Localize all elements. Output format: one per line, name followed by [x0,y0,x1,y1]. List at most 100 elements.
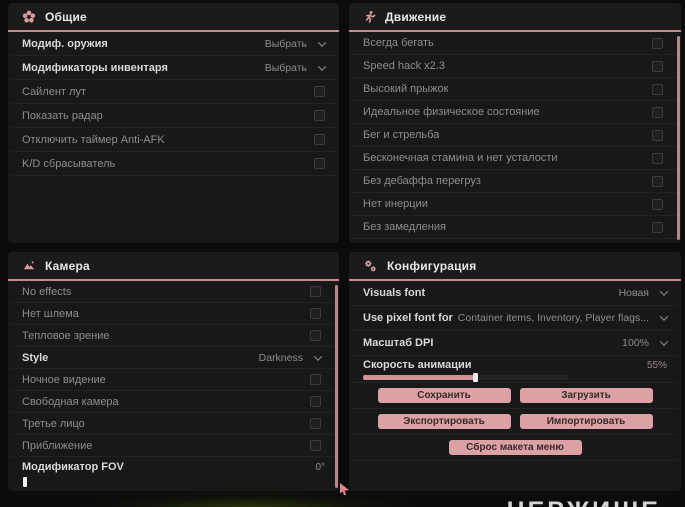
chevron-down-icon [659,337,669,346]
panel-title: Общие [45,9,87,24]
panel-general-header[interactable]: Общие [8,3,339,32]
option-label: No effects [22,285,72,298]
setting-label: Use pixel font for [363,312,453,324]
checkbox[interactable] [652,129,663,141]
dropdown-value: Container items, Inventory, Player flags… [457,312,649,324]
checkbox[interactable] [652,175,663,187]
option-row-third-person[interactable]: Третье лицо [11,413,336,435]
panel-title: Камера [45,258,90,273]
pixel-font-dropdown[interactable]: Container items, Inventory, Player flags… [457,312,669,324]
panel-movement-header[interactable]: Движение [349,3,681,32]
option-row-thermal-vision[interactable]: Тепловое зрение [11,325,336,347]
slider-handle[interactable] [472,373,478,382]
checkbox[interactable] [310,374,321,385]
weapon-mod-dropdown[interactable]: Выбрать [264,37,327,50]
chevron-down-icon [659,312,669,321]
fov-modifier-row: Модификатор FOV 0° [11,457,336,491]
dropdown-value: Darkness [258,351,303,364]
option-label: Нет шлема [22,307,79,320]
panel-title: Конфигурация [387,258,477,273]
dropdown-value: Новая [618,287,649,299]
import-button[interactable]: Импортировать [519,414,653,429]
panel-config-header[interactable]: Конфигурация [349,252,681,281]
checkbox[interactable] [310,396,321,407]
option-row-perfect-condition[interactable]: Идеальное физическое состояние [352,101,678,124]
inventory-mods-dropdown[interactable]: Выбрать [264,61,327,74]
game-background-strip: ЧЕРЖИШЕ [0,491,685,507]
option-row-night-vision[interactable]: Ночное видение [11,369,336,391]
option-label: Высокий прыжок [363,83,449,95]
option-row-free-camera[interactable]: Свободная камера [11,391,336,413]
setting-row-dpi-scale: Масштаб DPI 100% [352,331,678,356]
option-row-kd-reset[interactable]: K/D сбрасыватель [11,152,336,176]
load-button[interactable]: Загрузить [519,388,653,403]
option-row-no-inertia[interactable]: Нет инерции [352,193,678,216]
option-label: Бесконечная стамина и нет усталости [363,152,558,164]
option-label: Показать радар [22,109,103,122]
option-row-infinite-stamina[interactable]: Бесконечная стамина и нет усталости [352,147,678,170]
checkbox[interactable] [652,83,663,95]
animation-speed-row: Скорость анимации 55% [352,356,678,383]
option-row-high-jump[interactable]: Высокий прыжок [352,78,678,101]
checkbox[interactable] [314,110,325,121]
animation-speed-slider[interactable] [363,373,568,382]
dropdown-value: Выбрать [264,61,307,74]
checkbox[interactable] [310,286,321,297]
dpi-scale-dropdown[interactable]: 100% [622,337,669,349]
checkbox[interactable] [314,86,325,97]
chevron-down-icon [317,37,327,47]
checkbox[interactable] [310,440,321,451]
setting-row-weapon-mod: Модиф. оружия Выбрать [11,32,336,56]
movement-scrollbar[interactable] [677,36,680,240]
checkbox[interactable] [652,106,663,118]
option-row-show-radar[interactable]: Показать радар [11,104,336,128]
checkbox[interactable] [314,158,325,169]
checkbox[interactable] [652,37,663,49]
fov-slider-handle[interactable] [23,477,27,487]
checkbox[interactable] [652,152,663,164]
camera-scrollbar[interactable] [335,285,338,488]
option-row-run-and-shoot[interactable]: Бег и стрельба [352,124,678,147]
export-button[interactable]: Экспортировать [377,414,511,429]
option-label: Без замедления [363,221,446,233]
option-row-always-run[interactable]: Всегда бегать [352,32,678,55]
dropdown-value: Выбрать [264,37,307,50]
option-row-no-effects[interactable]: No effects [11,281,336,303]
setting-row-pixel-font: Use pixel font for Container items, Inve… [352,306,678,331]
save-button[interactable]: Сохранить [377,388,511,403]
setting-label: Модификаторы инвентаря [22,61,168,74]
option-row-anti-afk[interactable]: Отключить таймер Anti-AFK [11,128,336,152]
reset-menu-layout-button[interactable]: Сброс макета меню [448,440,582,455]
option-label: Нет инерции [363,198,428,210]
panel-camera-header[interactable]: Камера [8,252,339,281]
option-label: Бег и стрельба [363,129,440,141]
checkbox[interactable] [652,198,663,210]
chevron-down-icon [313,351,323,361]
setting-label: Масштаб DPI [363,337,434,349]
option-row-no-overload-debuff[interactable]: Без дебаффа перегруз [352,170,678,193]
option-row-speed-hack[interactable]: Speed hack x2.3 [352,55,678,78]
option-label: Сайлент лут [22,85,86,98]
image-icon [22,259,36,272]
panel-title: Движение [385,9,447,24]
style-dropdown[interactable]: Darkness [258,351,323,364]
option-label: Ночное видение [22,373,106,386]
checkbox[interactable] [314,134,325,145]
chevron-down-icon [317,61,327,71]
checkbox[interactable] [310,308,321,319]
option-row-no-slowdown[interactable]: Без замедления [352,216,678,239]
checkbox[interactable] [652,60,663,72]
option-row-no-helmet[interactable]: Нет шлема [11,303,336,325]
checkbox[interactable] [310,330,321,341]
panel-movement: Движение Всегда бегать Speed hack x2.3 В… [349,3,681,243]
checkbox[interactable] [652,221,663,233]
setting-label: Style [22,351,49,364]
option-label: Приближение [22,439,93,452]
option-row-silent-loot[interactable]: Сайлент лут [11,80,336,104]
flower-icon [22,10,36,24]
option-label: K/D сбрасыватель [22,157,116,170]
visuals-font-dropdown[interactable]: Новая [618,287,669,299]
checkbox[interactable] [310,418,321,429]
option-row-zoom[interactable]: Приближение [11,435,336,457]
mod-menu-screen: Общие Модиф. оружия Выбрать Модификаторы… [0,0,685,507]
